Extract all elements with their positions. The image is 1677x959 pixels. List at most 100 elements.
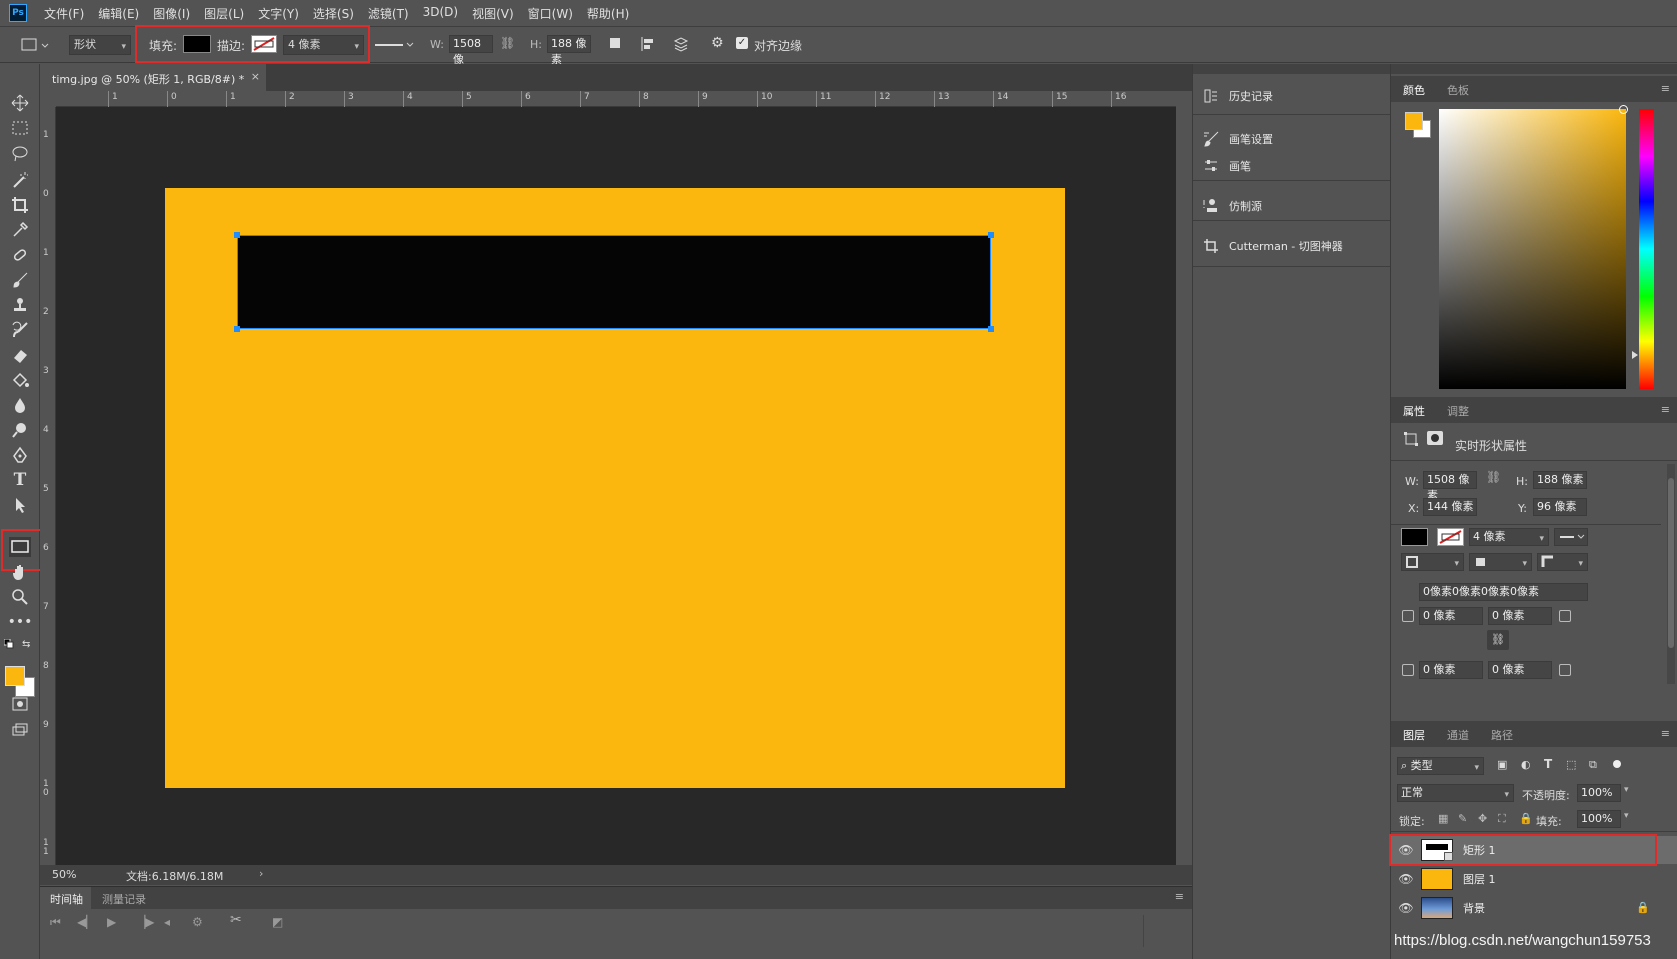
stroke-corners-dropdown[interactable]: ▾: [1537, 553, 1588, 571]
menu-file[interactable]: 文件(F): [44, 5, 84, 22]
filter-adjustment-icon[interactable]: ◐: [1521, 758, 1531, 771]
filter-smart-object-icon[interactable]: ⧉: [1589, 758, 1597, 772]
transform-handle[interactable]: [988, 326, 994, 332]
x-input[interactable]: 144 像素: [1423, 498, 1477, 516]
stroke-caps-dropdown[interactable]: ▾: [1469, 553, 1532, 571]
foreground-color-chip[interactable]: [1405, 112, 1423, 130]
rectangle-tool-icon[interactable]: [9, 537, 31, 557]
layer-row-layer1[interactable]: 👁 图层 1: [1391, 865, 1677, 893]
menu-image[interactable]: 图像(I): [153, 5, 190, 22]
panel-menu-icon[interactable]: ≡: [1175, 890, 1184, 903]
filter-toggle-icon[interactable]: [1613, 760, 1621, 768]
h-input[interactable]: 188 像素: [1533, 471, 1587, 489]
align-edges-checkbox[interactable]: ✓: [736, 37, 748, 49]
corner-top-left-input[interactable]: 0 像素: [1419, 607, 1483, 625]
transition-icon[interactable]: ◩: [272, 915, 283, 929]
healing-brush-tool-icon[interactable]: [9, 245, 31, 265]
color-field[interactable]: [1439, 105, 1628, 389]
chevron-down-icon[interactable]: ▾: [1624, 811, 1629, 821]
properties-scrollbar[interactable]: [1667, 464, 1675, 684]
panel-brush-settings[interactable]: 画笔设置: [1203, 127, 1273, 151]
path-arrangement-icon[interactable]: [672, 36, 690, 52]
close-icon[interactable]: ×: [251, 70, 260, 83]
stroke-align-dropdown[interactable]: ▾: [1401, 553, 1464, 571]
eraser-tool-icon[interactable]: [9, 345, 31, 365]
lock-artboard-icon[interactable]: ⛶: [1498, 812, 1506, 826]
tab-timeline[interactable]: 时间轴: [40, 887, 91, 909]
color-picker-marker[interactable]: [1619, 105, 1628, 114]
fill-input[interactable]: 100%: [1577, 810, 1621, 828]
rectangle-shape[interactable]: [234, 232, 994, 332]
transform-handle[interactable]: [234, 326, 240, 332]
marquee-tool-icon[interactable]: [9, 118, 31, 138]
lock-image-icon[interactable]: ✎: [1458, 812, 1467, 825]
scissors-icon[interactable]: ✂: [230, 912, 242, 928]
path-selection-tool-icon[interactable]: [9, 495, 31, 515]
stroke-size-dropdown[interactable]: 4 像素 ▾: [1469, 528, 1549, 546]
quick-mask-icon[interactable]: [9, 694, 31, 714]
path-alignment-icon[interactable]: [640, 36, 656, 52]
panel-menu-icon[interactable]: ≡: [1661, 403, 1670, 416]
eye-icon[interactable]: 👁: [1391, 872, 1421, 886]
menu-edit[interactable]: 编辑(E): [98, 5, 139, 22]
fill-swatch[interactable]: [1401, 528, 1428, 546]
menu-view[interactable]: 视图(V): [472, 5, 514, 22]
hue-slider-handle[interactable]: [1632, 351, 1638, 359]
swap-colors-icon[interactable]: ⇆: [22, 639, 30, 650]
stroke-type-dropdown[interactable]: [1554, 528, 1588, 546]
blur-tool-icon[interactable]: [9, 395, 31, 415]
paint-bucket-tool-icon[interactable]: [9, 370, 31, 390]
menu-type[interactable]: 文字(Y): [258, 5, 299, 22]
screen-mode-icon[interactable]: [9, 720, 31, 740]
layer-filter-dropdown[interactable]: ⌕ 类型 ▾: [1397, 757, 1484, 775]
brush-tool-icon[interactable]: [9, 270, 31, 290]
previous-frame-icon[interactable]: ◀▏: [77, 915, 95, 929]
corner-bottom-right-input[interactable]: 0 像素: [1488, 661, 1552, 679]
stroke-size-dropdown[interactable]: 4 像素 ▾: [283, 35, 364, 55]
link-corners-icon[interactable]: ⛓: [1487, 630, 1509, 650]
panel-cutterman[interactable]: Cutterman - 切图神器: [1203, 234, 1343, 258]
default-colors-icon[interactable]: [4, 639, 14, 649]
corner-radius-combined[interactable]: 0像素0像素0像素0像素: [1419, 583, 1588, 601]
lock-position-icon[interactable]: ✥: [1478, 812, 1487, 825]
menu-help[interactable]: 帮助(H): [587, 5, 629, 22]
move-tool-icon[interactable]: [9, 93, 31, 113]
filter-type-icon[interactable]: T: [1544, 757, 1552, 771]
lock-transparent-icon[interactable]: ▦: [1438, 812, 1448, 825]
tab-measurement-log[interactable]: 测量记录: [102, 891, 146, 907]
zoom-level[interactable]: 50%: [52, 868, 76, 881]
lasso-tool-icon[interactable]: [9, 144, 31, 164]
play-icon[interactable]: ▶: [107, 915, 116, 929]
hand-tool-icon[interactable]: [9, 562, 31, 582]
panel-clone-source[interactable]: 仿制源: [1203, 194, 1262, 218]
stamp-tool-icon[interactable]: [9, 295, 31, 315]
filter-pixel-icon[interactable]: ▣: [1497, 758, 1507, 771]
hue-slider[interactable]: [1639, 109, 1654, 389]
stroke-swatch[interactable]: [1437, 528, 1464, 546]
eyedropper-tool-icon[interactable]: [9, 220, 31, 240]
tab-paths[interactable]: 路径: [1491, 727, 1513, 747]
link-icon[interactable]: ⛓: [500, 36, 515, 50]
tab-properties[interactable]: 属性: [1403, 403, 1425, 423]
width-input[interactable]: 1508 像: [449, 35, 493, 66]
w-input[interactable]: 1508 像素: [1423, 471, 1477, 502]
panel-menu-icon[interactable]: ≡: [1661, 82, 1670, 95]
chevron-down-icon[interactable]: ▾: [1624, 785, 1629, 795]
lock-all-icon[interactable]: 🔒: [1519, 812, 1533, 825]
type-tool-icon[interactable]: T: [9, 470, 31, 490]
tool-preset-picker[interactable]: [20, 36, 50, 54]
fill-swatch[interactable]: [183, 35, 211, 53]
audio-icon[interactable]: ◂: [164, 915, 170, 929]
height-input[interactable]: 188 像素: [547, 35, 591, 66]
menu-filter[interactable]: 滤镜(T): [368, 5, 409, 22]
opacity-input[interactable]: 100%: [1577, 784, 1621, 802]
document-tab[interactable]: timg.jpg @ 50% (矩形 1, RGB/8#) * ×: [40, 64, 266, 91]
panel-brush[interactable]: 画笔: [1203, 154, 1251, 178]
more-tools-icon[interactable]: •••: [8, 612, 33, 632]
status-menu-arrow-icon[interactable]: ›: [259, 867, 263, 880]
transform-handle[interactable]: [234, 232, 240, 238]
stroke-swatch[interactable]: [251, 35, 277, 53]
eye-icon[interactable]: 👁: [1391, 901, 1421, 915]
menu-layer[interactable]: 图层(L): [204, 5, 244, 22]
panel-menu-icon[interactable]: ≡: [1661, 727, 1670, 740]
